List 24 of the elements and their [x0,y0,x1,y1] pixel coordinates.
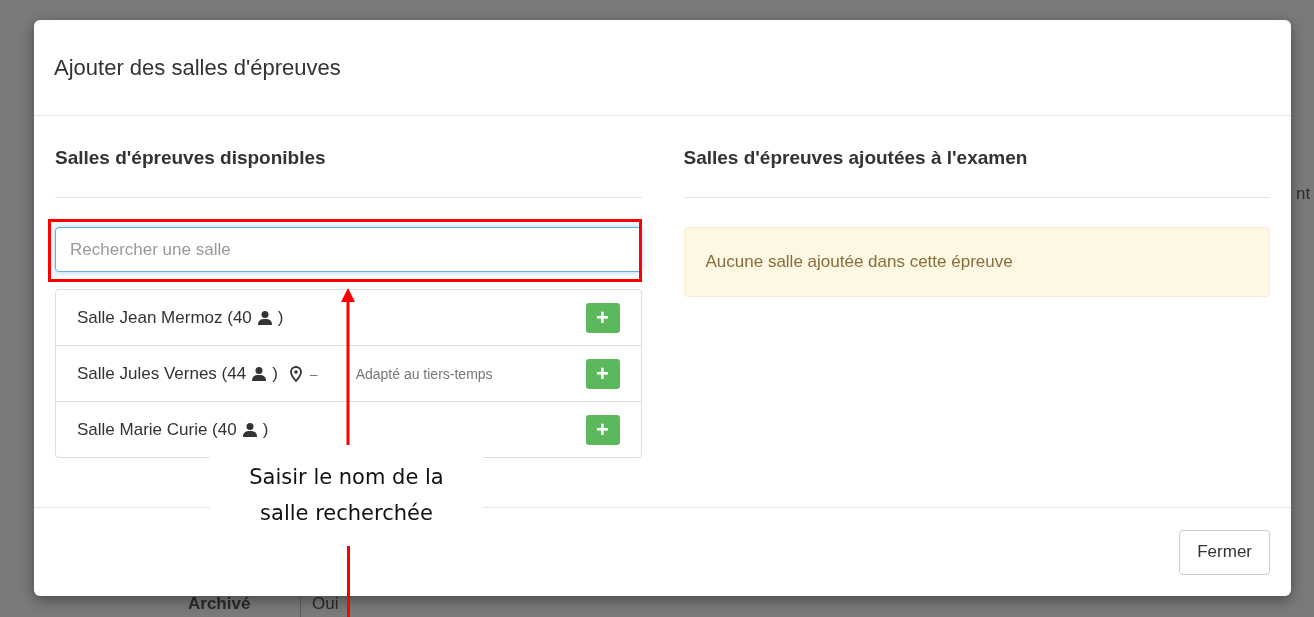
room-name: Salle Marie Curie (40 [77,419,237,440]
close-button[interactable]: Fermer [1179,529,1270,575]
room-note: Adapté au tiers-temps [355,365,493,382]
room-name: Salle Jean Mermoz (40 [77,307,252,328]
dialog-title: Ajouter des salles d'épreuves [54,54,341,81]
leader-line [346,546,350,617]
dash-separator: – [309,365,318,382]
room-name-end: ) [277,307,284,328]
person-icon [241,421,258,438]
background-text: Archivé [188,594,251,614]
background-text: nt [1296,184,1311,204]
room-name: Salle Jules Vernes (44 [77,363,247,384]
map-pin-icon [289,365,302,382]
empty-alert: Aucune salle ajoutée dans cette épreuve [683,227,1270,297]
room-row[interactable]: Salle Jules Vernes (44 ) – Adapté au tiers-temps + [56,345,641,401]
room-name-end: ) [272,363,278,384]
room-row[interactable]: Salle Jean Mermoz (40 ) + [56,290,641,345]
panel-heading: Salles d'épreuves disponibles [55,116,642,198]
background-text: Oui [312,594,339,614]
search-field[interactable]: Rechercher une salle [55,227,642,272]
panel-heading: Salles d'épreuves ajoutées à l'examen [683,116,1270,198]
person-icon [256,309,273,326]
person-icon [251,365,268,382]
room-name-end: ) [262,419,269,440]
